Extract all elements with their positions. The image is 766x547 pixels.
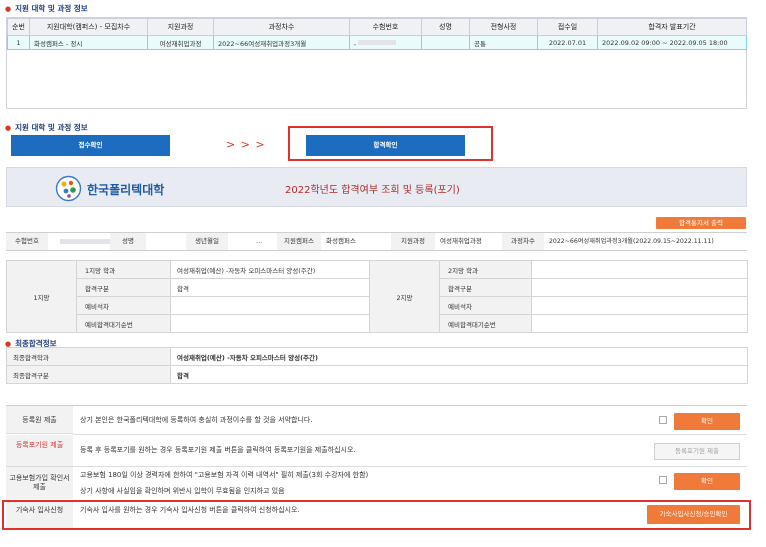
giveup-submit-button[interactable]: 등록포기원 제출 — [654, 443, 740, 460]
second-choice-label: 2지망 — [369, 260, 440, 333]
first-rank-value — [170, 296, 370, 315]
cell-name — [421, 35, 470, 50]
first-waiting-value — [170, 314, 370, 333]
banner: 한국폴리텍대학 2022학년도 합격여부 조회 및 등록(포기) — [6, 167, 747, 207]
applicant-info-row: 수험번호 성명 생년월일 ... 지원캠퍼스 화성캠퍼스 지원과정 여성재취업과… — [6, 232, 747, 251]
insurance-checkbox[interactable] — [659, 476, 667, 484]
session-label: 과정차수 — [502, 233, 544, 250]
row-label: 2지망 학과 — [439, 260, 532, 279]
row-label: 합격구분 — [439, 278, 532, 297]
name-label: 성명 — [110, 233, 146, 250]
final-type-value: 합격 — [170, 365, 748, 384]
table-row: 최종합격학과 여성재취업(예산) -자동차 오피스마스터 양성(주간) — [6, 347, 748, 366]
col-header: 순번 — [7, 18, 30, 36]
row-label: 예비석차 — [76, 296, 171, 315]
logo-text: 한국폴리텍대학 — [87, 183, 165, 197]
campus-label: 지원캠퍼스 — [277, 233, 321, 250]
col-header: 접수일 — [537, 18, 598, 36]
application-table-panel: 순번 지원대학(캠퍼스) - 모집차수 지원과정 과정차수 수험번호 성명 전형… — [6, 17, 747, 109]
final-table: 최종합격학과 여성재취업(예산) -자동차 오피스마스터 양성(주간) 최종합격… — [6, 347, 748, 384]
section-title-apply-info-2: ● 지원 대학 및 과정 정보 — [5, 122, 88, 133]
first-choice-label: 1지망 — [6, 260, 77, 333]
session-value: 2022~66여성재취업과정3개월(2022.09.15~2022.11.11) — [549, 238, 714, 245]
redacted-block — [60, 238, 110, 244]
table-row[interactable]: 1 화성캠퍼스 - 정시 여성재취업과정 2022~66여성재취업과정3개월 ,… — [7, 35, 747, 50]
choice-table: 1지망 1지망 학과 여성재취업(예산) -자동차 오피스마스터 양성(주간) … — [6, 260, 748, 333]
receipt-check-button[interactable]: 접수확인 — [11, 135, 170, 156]
row-label: 예비합격대기순번 — [76, 314, 171, 333]
cell-session: 2022~66여성재취업과정3개월 — [213, 35, 350, 50]
actions-panel: 등록원 제출 상기 본인은 한국폴리텍대학에 등록하여 충실히 과정이수를 할 … — [2, 405, 751, 532]
cell-campus: 화성캠퍼스 - 정시 — [29, 35, 148, 50]
col-header: 지원대학(캠퍼스) - 모집차수 — [29, 18, 148, 36]
col-header: 지원과정 — [147, 18, 214, 36]
final-dept-value: 여성재취업(예산) -자동차 오피스마스터 양성(주간) — [170, 347, 748, 366]
table-header-row: 순번 지원대학(캠퍼스) - 모집차수 지원과정 과정차수 수험번호 성명 전형… — [7, 18, 747, 36]
campus-value: 화성캠퍼스 — [326, 237, 356, 245]
giveup-label: 등록포기원 제출 — [6, 435, 73, 466]
table-row: 1지망 1지망 학과 여성재취업(예산) -자동차 오피스마스터 양성(주간) … — [6, 260, 748, 333]
pass-check-button[interactable]: 합격확인 — [306, 135, 465, 156]
dorm-apply-button[interactable]: 기숙사입사신청/승인확인 — [647, 505, 740, 524]
birth-label: 생년월일 — [186, 233, 228, 250]
birth-value: ... — [256, 237, 263, 245]
col-header: 합격자 발표기간 — [597, 18, 747, 36]
dorm-label: 기숙사 입사신청 — [6, 502, 73, 528]
second-waiting-value — [531, 314, 748, 333]
register-confirm-button[interactable]: 확인 — [674, 413, 740, 430]
print-notice-button[interactable]: 합격통지서 출력 — [656, 217, 746, 229]
row-label: 합격구분 — [76, 278, 171, 297]
col-header: 성명 — [421, 18, 470, 36]
table-row: 최종합격구분 합격 — [6, 365, 748, 384]
cell-course: 여성재취업과정 — [147, 35, 214, 50]
section-title-text: 지원 대학 및 과정 정보 — [15, 4, 88, 13]
second-dept-value — [531, 260, 748, 279]
cell-exam-no: , — [349, 35, 422, 50]
cell-date: 2022.07.01 — [537, 35, 598, 50]
cell-no: 1 — [7, 35, 30, 50]
insurance-text-1: 고용보험 180일 이상 경력자에 한하여 "고용보험 자격 이력 내역서" 필… — [80, 471, 369, 479]
course-value: 여성재취업과정 — [440, 237, 482, 245]
giveup-text: 등록 후 등록포기를 원하는 경우 등록포기원 제출 버튼을 클릭하여 등록포기… — [80, 446, 356, 454]
row-label: 예비합격대기순번 — [439, 314, 532, 333]
dorm-text: 기숙사 입사를 원하는 경우 기숙사 입사신청 버튼을 클릭하여 신청하십시오. — [80, 506, 300, 514]
divider — [6, 466, 747, 467]
row-label: 1지망 학과 — [76, 260, 171, 279]
col-header: 과정차수 — [213, 18, 350, 36]
bullet-icon: ● — [5, 4, 12, 13]
second-pass-type-value — [531, 278, 748, 297]
register-label: 등록원 제출 — [6, 406, 73, 434]
exam-no-label: 수험번호 — [6, 233, 48, 250]
first-dept-value: 여성재취업(예산) -자동차 오피스마스터 양성(주간) — [170, 260, 370, 279]
insurance-confirm-button[interactable]: 확인 — [674, 473, 740, 490]
final-dept-label: 최종합격학과 — [6, 347, 171, 366]
exam-no-value — [56, 233, 110, 250]
application-table: 순번 지원대학(캠퍼스) - 모집차수 지원과정 과정차수 수험번호 성명 전형… — [7, 18, 747, 50]
page-title: 2022학년도 합격여부 조회 및 등록(포기) — [285, 185, 460, 196]
register-checkbox[interactable] — [659, 416, 667, 424]
step-arrows: > > > — [226, 138, 266, 151]
register-text: 상기 본인은 한국폴리텍대학에 등록하여 충실히 과정이수를 할 것을 서약합니… — [80, 416, 313, 424]
first-pass-type-value: 합격 — [170, 278, 370, 297]
redacted-block — [358, 40, 397, 45]
final-type-label: 최종합격구분 — [6, 365, 171, 384]
insurance-text-2: 상기 사항에 사실임을 확인하며 위반시 입학이 무효됨을 인지하고 있음 — [80, 487, 285, 495]
row-label: 예비석차 — [439, 296, 532, 315]
second-rank-value — [531, 296, 748, 315]
exam-no-text: , — [354, 38, 357, 47]
polytech-logo-icon — [55, 175, 82, 202]
col-header: 전형사정 — [469, 18, 538, 36]
section-title-text: 지원 대학 및 과정 정보 — [15, 123, 88, 132]
bullet-icon: ● — [5, 123, 12, 132]
col-header: 수험번호 — [349, 18, 422, 36]
cell-screening: 공통 — [469, 35, 538, 50]
insurance-label: 고용보험가입 확인서 제출 — [6, 467, 73, 499]
section-title-apply-info: ● 지원 대학 및 과정 정보 — [5, 3, 88, 14]
course-label: 지원과정 — [391, 233, 435, 250]
cell-period: 2022.09.02 09:00 ~ 2022.09.05 18:00 — [597, 35, 747, 50]
